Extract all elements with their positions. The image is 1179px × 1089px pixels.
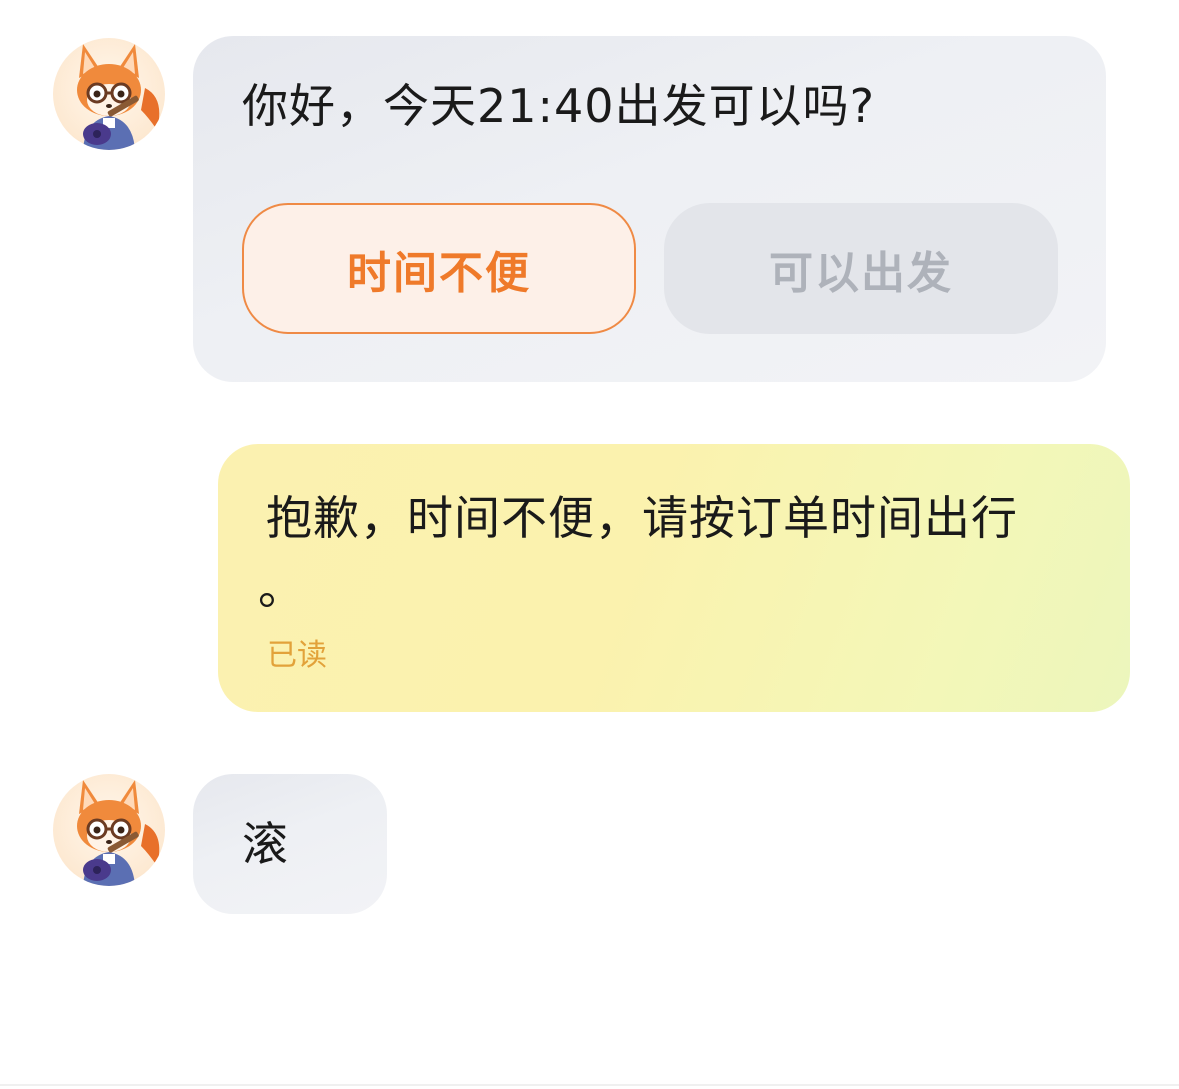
can-depart-button[interactable]: 可以出发 (664, 203, 1058, 334)
driver-avatar[interactable] (53, 38, 165, 150)
driver-avatar[interactable] (53, 774, 165, 886)
chat-thread: 你好，今天21:40出发可以吗? 时间不便 可以出发 抱歉，时间不便，请按订单时… (0, 0, 1179, 1089)
outgoing-message-text-line-2: 。 (258, 561, 305, 615)
fox-avatar-icon (77, 780, 160, 886)
time-inconvenient-button[interactable]: 时间不便 (242, 203, 636, 334)
bottom-divider (0, 1084, 1179, 1086)
incoming-message-text: 滚 (242, 817, 289, 871)
incoming-message-bubble: 滚 (193, 774, 387, 914)
read-status: 已读 (267, 638, 327, 673)
fox-avatar-icon (77, 44, 160, 150)
outgoing-message-bubble: 抱歉，时间不便，请按订单时间出行 。 已读 (218, 444, 1130, 712)
incoming-message-bubble: 你好，今天21:40出发可以吗? 时间不便 可以出发 (193, 36, 1106, 382)
outgoing-message-text-line-1: 抱歉，时间不便，请按订单时间出行 (266, 491, 1018, 545)
incoming-message-text: 你好，今天21:40出发可以吗? (242, 79, 875, 133)
